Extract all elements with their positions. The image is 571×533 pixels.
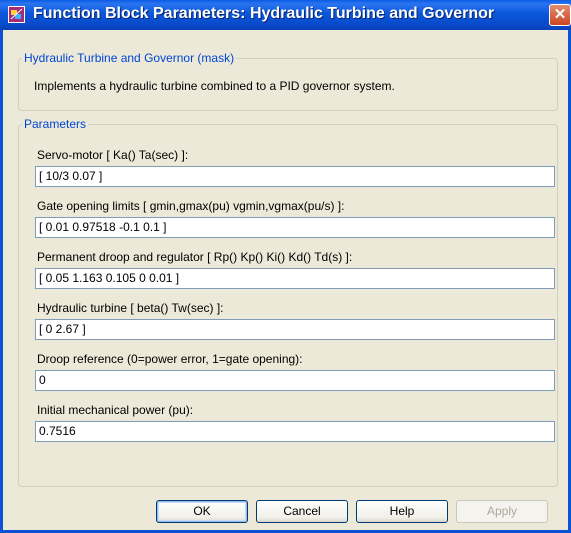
- apply-button[interactable]: Apply: [456, 500, 548, 523]
- hydraulic-turbine-input[interactable]: [ 0 2.67 ]: [35, 319, 555, 340]
- title-bar[interactable]: Function Block Parameters: Hydraulic Tur…: [0, 0, 571, 30]
- simulink-block-icon: [8, 6, 25, 23]
- gate-opening-limits-input[interactable]: [ 0.01 0.97518 -0.1 0.1 ]: [35, 217, 555, 238]
- close-button[interactable]: ✕: [549, 4, 571, 26]
- window-frame-left: [0, 30, 3, 533]
- gate-opening-limits-label: Gate opening limits [ gmin,gmax(pu) vgmi…: [37, 199, 345, 213]
- permanent-droop-label: Permanent droop and regulator [ Rp() Kp(…: [37, 250, 353, 264]
- mask-group-label: Hydraulic Turbine and Governor (mask): [24, 51, 235, 65]
- hydraulic-turbine-label: Hydraulic turbine [ beta() Tw(sec) ]:: [37, 301, 224, 315]
- permanent-droop-input[interactable]: [ 0.05 1.163 0.105 0 0.01 ]: [35, 268, 555, 289]
- window-title: Function Block Parameters: Hydraulic Tur…: [33, 5, 495, 22]
- initial-mechanical-power-label: Initial mechanical power (pu):: [37, 403, 194, 417]
- parameters-group-label: Parameters: [24, 117, 87, 131]
- ok-button[interactable]: OK: [156, 500, 248, 523]
- mask-description: Implements a hydraulic turbine combined …: [34, 79, 395, 93]
- cancel-button[interactable]: Cancel: [256, 500, 348, 523]
- servo-motor-input[interactable]: [ 10/3 0.07 ]: [35, 166, 555, 187]
- droop-reference-input[interactable]: 0: [35, 370, 555, 391]
- servo-motor-label: Servo-motor [ Ka() Ta(sec) ]:: [37, 148, 189, 162]
- droop-reference-label: Droop reference (0=power error, 1=gate o…: [37, 352, 303, 366]
- initial-mechanical-power-input[interactable]: 0.7516: [35, 421, 555, 442]
- help-button[interactable]: Help: [356, 500, 448, 523]
